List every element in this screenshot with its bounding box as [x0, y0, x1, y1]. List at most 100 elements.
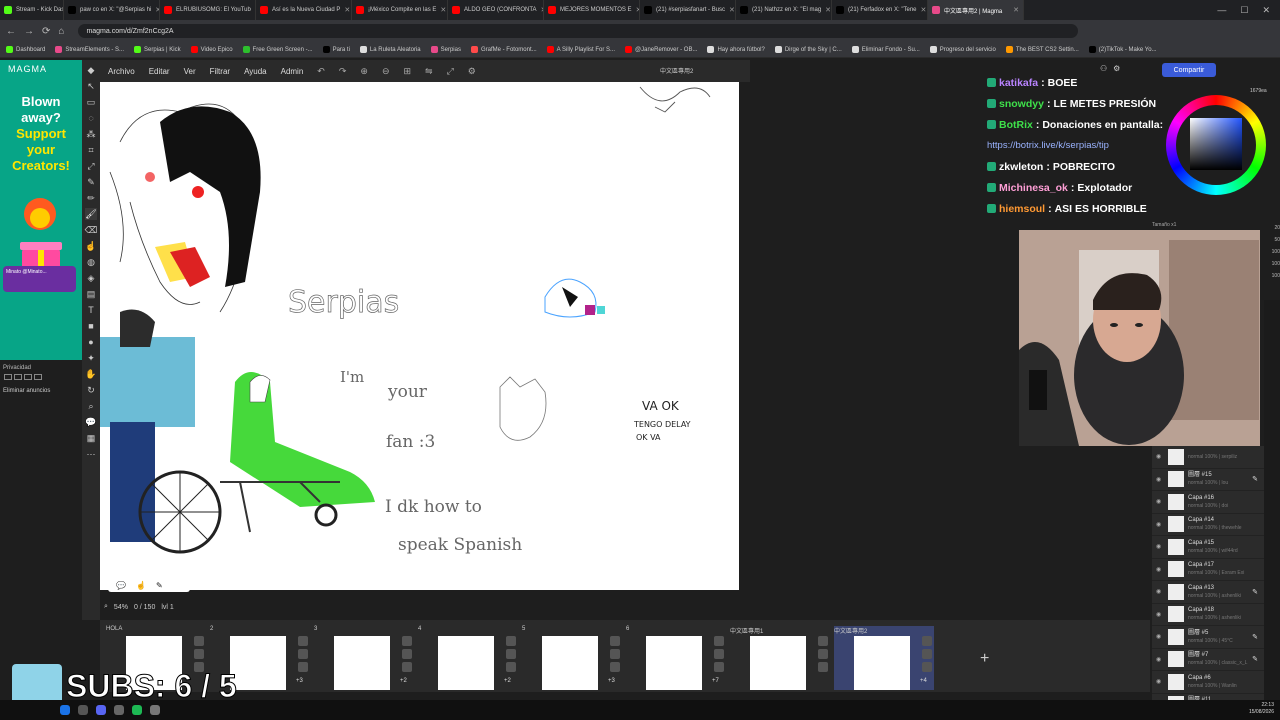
- menu-item-editar[interactable]: Editar: [149, 67, 170, 76]
- layer-row[interactable]: ◉ Capa #18 normal 100% | ashenliki: [1152, 604, 1264, 626]
- menu-grid-icon[interactable]: ⊞: [403, 66, 411, 77]
- chat-username[interactable]: BotRix: [999, 119, 1033, 131]
- tab-close-icon[interactable]: ✕: [729, 6, 735, 14]
- drawing-thumbnail[interactable]: 5 +3: [522, 626, 622, 690]
- layer-row[interactable]: ◉ Capa #15 normal 100% | wif44rd: [1152, 536, 1264, 559]
- layer-visibility-icon[interactable]: ◉: [1156, 678, 1164, 685]
- zoom-level[interactable]: 54%: [114, 604, 128, 611]
- crop-tool-icon[interactable]: ⌗: [85, 144, 97, 156]
- fill-icon[interactable]: ◈: [85, 272, 97, 284]
- bookmark-item[interactable]: Free Green Screen -...: [242, 46, 313, 53]
- menu-item-filtrar[interactable]: Filtrar: [210, 67, 230, 76]
- menu-undo-icon[interactable]: ↶: [317, 66, 325, 77]
- layer-row[interactable]: ◉ 圖層 #5 normal 100% | 45°C ✎: [1152, 626, 1264, 649]
- bookmark-item[interactable]: @JaneRemover - OB...: [625, 46, 697, 53]
- drawing-thumbnail[interactable]: 3 +2: [314, 626, 414, 690]
- layer-visibility-icon[interactable]: ◉: [1156, 611, 1164, 618]
- pencil-icon[interactable]: ✏: [85, 192, 97, 204]
- layer-row[interactable]: ◉ Capa #14 normal 100% | thewehle: [1152, 514, 1264, 536]
- brush-icon[interactable]: 🖌: [85, 208, 97, 220]
- menu-settings-icon[interactable]: ⚙: [468, 66, 476, 77]
- bookmark-item[interactable]: GrafMe - Fotomont...: [470, 46, 537, 53]
- bookmark-item[interactable]: Eliminar Fondo - Su...: [851, 46, 920, 53]
- menu-item-archivo[interactable]: Archivo: [108, 67, 135, 76]
- layer-row[interactable]: ◉ Capa #16 normal 100% | doi: [1152, 491, 1264, 514]
- layer-visibility-icon[interactable]: ◉: [1156, 633, 1164, 640]
- eraser-icon[interactable]: ⌫: [85, 224, 98, 236]
- browser-tab[interactable]: (21) Nathzz en X: "El mag ✕: [736, 0, 832, 20]
- move-tool-icon[interactable]: ↖: [85, 80, 97, 92]
- drawing-thumbnail[interactable]: 中文區專用2 +4: [834, 626, 934, 690]
- bookmark-item[interactable]: (2)TikTok - Make Yo...: [1088, 46, 1157, 53]
- drawing-canvas[interactable]: Serpias I'm your fan :3 I dk how to spea…: [100, 82, 739, 590]
- comment-icon[interactable]: 💬: [85, 416, 97, 428]
- menu-flip-icon[interactable]: ⇋: [425, 66, 433, 77]
- privacy-label[interactable]: Privacidad: [3, 365, 31, 371]
- taskbar-obs-icon[interactable]: [114, 705, 124, 715]
- bookmark-item[interactable]: Dirge of the Sky | C...: [774, 46, 842, 53]
- ellipse-icon[interactable]: ●: [85, 336, 97, 348]
- tab-close-icon[interactable]: ✕: [440, 6, 446, 14]
- hand-icon[interactable]: ✋: [85, 368, 97, 380]
- chat-username[interactable]: snowdyy: [999, 98, 1044, 110]
- layer-visibility-icon[interactable]: ◉: [1156, 588, 1164, 595]
- layer-visibility-icon[interactable]: ◉: [1156, 453, 1164, 460]
- drawing-thumbnail[interactable]: 4 +2: [418, 626, 518, 690]
- layer-row[interactable]: ◉ Capa #6 normal 100% | Wanlin: [1152, 671, 1264, 694]
- browser-tab[interactable]: 中文區專用2 | Magma ✕: [928, 0, 1024, 20]
- back-icon[interactable]: ←: [6, 26, 16, 37]
- select-tool-icon[interactable]: ▭: [85, 96, 97, 108]
- browser-tab[interactable]: paw co en X: "@Serpias hi✕: [64, 0, 160, 20]
- bookmark-item[interactable]: Progreso del servicio: [929, 46, 996, 53]
- rotate-icon[interactable]: ↻: [85, 384, 97, 396]
- browser-tab[interactable]: (21) #serpiasfanart - Busc ✕: [640, 0, 736, 20]
- chat-username[interactable]: katikafa: [999, 77, 1038, 89]
- brush-value[interactable]: 100: [1264, 246, 1280, 258]
- browser-tab[interactable]: Stream - Kick Dashboard✕: [0, 0, 64, 20]
- chat-icon[interactable]: 💬: [116, 581, 126, 590]
- tab-close-icon[interactable]: ✕: [921, 6, 927, 14]
- chat-link[interactable]: https://botrix.live/k/serpias/tip: [987, 140, 1109, 151]
- taskbar-chrome-icon[interactable]: [60, 705, 70, 715]
- close-icon[interactable]: ✕: [1262, 5, 1270, 16]
- chat-username[interactable]: hiemsoul: [999, 203, 1045, 215]
- brush-value[interactable]: 100: [1264, 270, 1280, 282]
- bookmark-item[interactable]: A Silly Playlist For S...: [546, 46, 615, 53]
- brush-value[interactable]: 100: [1264, 258, 1280, 270]
- magma-logo-icon[interactable]: ◆: [85, 64, 97, 76]
- transform-tool-icon[interactable]: ⤢: [85, 160, 97, 172]
- drawing-thumbnail[interactable]: 中文區專用1: [730, 626, 830, 690]
- bookmark-item[interactable]: Serpias | Kick: [134, 46, 181, 53]
- wand-tool-icon[interactable]: ⁂: [85, 128, 97, 140]
- taskbar-steam-icon[interactable]: [150, 705, 160, 715]
- tab-close-icon[interactable]: ✕: [1013, 6, 1019, 14]
- add-drawing-button[interactable]: +: [980, 650, 989, 668]
- menu-zoom-out-icon[interactable]: ⊖: [382, 66, 390, 77]
- privacy-checkboxes[interactable]: [4, 374, 62, 384]
- layer-row[interactable]: ◉ Capa #13 normal 100% | ashenliki ✎: [1152, 581, 1264, 604]
- drawing-thumbnail[interactable]: 6 +7: [626, 626, 726, 690]
- home-icon[interactable]: ⌂: [58, 26, 64, 37]
- taskbar-spotify-icon[interactable]: [132, 705, 142, 715]
- layer-row[interactable]: ◉ 圖層 #15 normal 100% | lou ✎: [1152, 469, 1264, 491]
- browser-tab[interactable]: ALDO GEO (CONFRONTA✕: [448, 0, 544, 20]
- rectangle-icon[interactable]: ■: [85, 320, 97, 332]
- menu-redo-icon[interactable]: ↷: [339, 66, 347, 77]
- bookmark-item[interactable]: Dashboard: [6, 46, 45, 53]
- bookmark-item[interactable]: Serpias: [430, 46, 461, 53]
- eyedropper-icon[interactable]: ✎: [85, 176, 97, 188]
- pointer-icon[interactable]: ☝: [136, 581, 146, 590]
- more-icon[interactable]: ⋯: [85, 448, 97, 460]
- text-tool-icon[interactable]: T: [85, 304, 97, 316]
- layer-row[interactable]: ◉ 圖層 #7 normal 100% | classic_x_L ✎: [1152, 649, 1264, 671]
- gradient-icon[interactable]: ▤: [85, 288, 97, 300]
- blur-icon[interactable]: ◍: [85, 256, 97, 268]
- pen-quick-icon[interactable]: ✎: [156, 581, 163, 590]
- brush-value[interactable]: 20: [1264, 222, 1280, 234]
- bookmark-item[interactable]: Hay ahora fútbol?: [707, 46, 765, 53]
- menu-zoom-in-icon[interactable]: ⊕: [360, 66, 368, 77]
- menu-item-admin[interactable]: Admin: [281, 67, 304, 76]
- layer-visibility-icon[interactable]: ◉: [1156, 498, 1164, 505]
- bookmark-item[interactable]: Video Epico: [190, 46, 233, 53]
- url-field[interactable]: magma.com/d/Zmf2nCcg2A: [78, 24, 1079, 38]
